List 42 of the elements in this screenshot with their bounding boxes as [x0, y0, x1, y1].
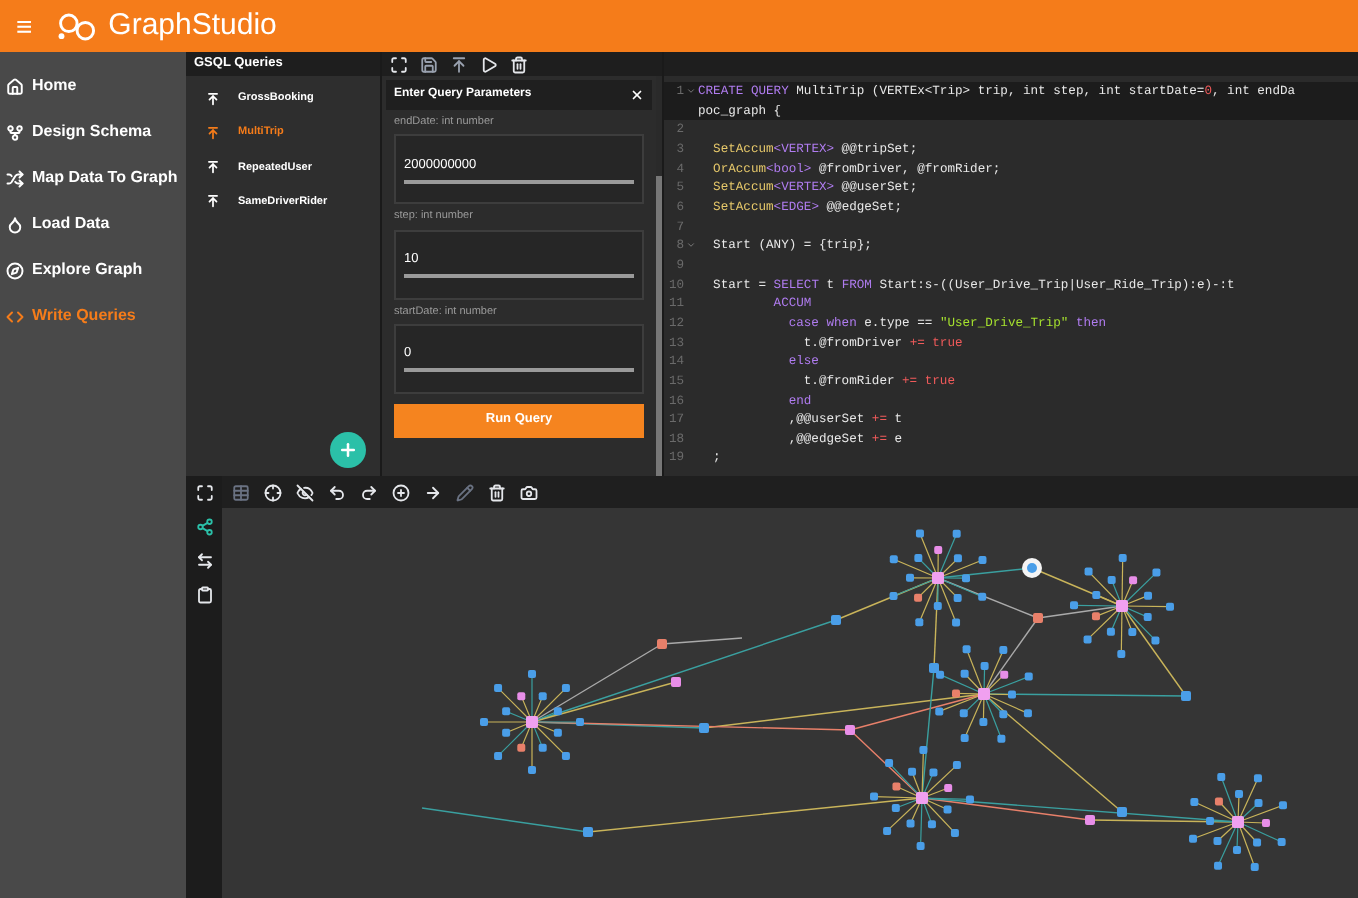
scrollbar-thumb[interactable]: [656, 176, 662, 476]
upload-icon: [206, 160, 220, 175]
fullscreen-icon[interactable]: [390, 55, 408, 73]
redo-icon[interactable]: [360, 483, 378, 501]
upload-icon: [206, 91, 220, 106]
sidebar-item[interactable]: Explore Graph: [0, 252, 186, 288]
arrows-icon[interactable]: [195, 552, 213, 570]
home-icon: [6, 77, 24, 95]
clipboard-icon[interactable]: [195, 586, 213, 604]
close-icon[interactable]: [630, 88, 644, 102]
schema-icon: [6, 123, 24, 141]
upload-icon[interactable]: [450, 55, 468, 73]
fold-icon[interactable]: [686, 85, 696, 96]
edit-icon[interactable]: [456, 483, 474, 501]
sidebar-item[interactable]: Load Data: [0, 206, 186, 242]
fold-icon[interactable]: [686, 240, 696, 251]
delete-icon[interactable]: [510, 55, 528, 73]
camera-icon[interactable]: [520, 483, 538, 501]
plus-icon: [338, 440, 358, 460]
compass-icon: [6, 261, 24, 279]
hide-icon[interactable]: [296, 483, 314, 501]
upload-icon: [206, 125, 220, 140]
fullscreen-icon[interactable]: [195, 484, 213, 502]
locate-icon[interactable]: [264, 483, 282, 501]
upload-icon: [206, 194, 220, 209]
play-icon[interactable]: [480, 55, 498, 73]
add-button[interactable]: [330, 432, 366, 468]
graph-icon[interactable]: [195, 518, 213, 536]
sidebar-item[interactable]: Map Data To Graph: [0, 160, 186, 196]
droplet-icon: [6, 215, 24, 233]
code-icon: [6, 307, 24, 325]
sidebar-item[interactable]: Design Schema: [0, 114, 186, 150]
undo-icon[interactable]: [328, 483, 346, 501]
delete-icon[interactable]: [488, 483, 506, 501]
save-icon[interactable]: [420, 55, 438, 73]
shuffle-icon: [6, 169, 24, 187]
arrow-icon[interactable]: [424, 483, 442, 501]
table-icon[interactable]: [232, 483, 250, 501]
logo-icon: [56, 11, 101, 41]
sidebar-item[interactable]: Home: [0, 68, 186, 104]
add-icon[interactable]: [392, 483, 410, 501]
app-logo-text: GraphStudio: [108, 5, 277, 46]
